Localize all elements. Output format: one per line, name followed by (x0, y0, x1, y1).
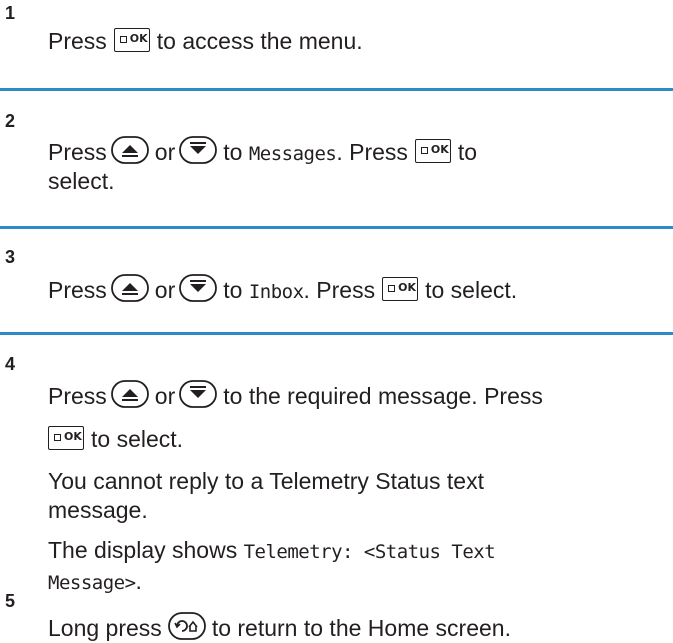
step-instruction: Press or to Inbox. Press OK to select. (48, 274, 517, 307)
menu-ok-key-icon: OK (113, 28, 150, 52)
step-instruction-cont: select. (48, 168, 115, 194)
instruction-text: Press (48, 277, 107, 303)
menu-target: Inbox (248, 281, 304, 303)
instruction-text: to select. (91, 426, 184, 452)
step-number: 1 (5, 3, 16, 23)
instruction-text: to return to the Home screen. (211, 615, 511, 641)
note-text: . (135, 568, 142, 594)
instruction-text: to access the menu. (156, 28, 363, 54)
menu-target: Messages (248, 143, 337, 165)
note-text: message. (48, 497, 148, 523)
note-display: The display shows Telemetry: <Status Tex… (48, 536, 648, 598)
back-home-key-icon (167, 612, 206, 640)
down-arrow-key-icon (179, 380, 218, 408)
step-number: 5 (5, 591, 16, 611)
instruction-text: . Press (303, 277, 376, 303)
up-arrow-key-icon (110, 380, 149, 408)
divider (0, 226, 673, 229)
instruction-text: to (457, 139, 478, 165)
step-instruction: Press or to the required message. Press (48, 380, 543, 411)
step-instruction: Long press to return to the Home screen. (48, 612, 511, 643)
instruction-text: Press (48, 383, 107, 409)
down-arrow-key-icon (179, 274, 218, 302)
step-instruction-cont: OK to select. (44, 424, 183, 454)
note-text: You cannot reply to a Telemetry Status t… (48, 468, 484, 494)
step-instruction: Press OK to access the menu. (48, 26, 363, 56)
step-number: 3 (5, 247, 16, 267)
instruction-text: or (154, 139, 176, 165)
instruction-text: to select. (425, 277, 518, 303)
divider (0, 88, 673, 91)
instruction-text: . Press (336, 139, 408, 165)
divider (0, 332, 673, 335)
down-arrow-key-icon (179, 136, 218, 164)
instruction-text: Press (48, 28, 107, 54)
instruction-text: Press (48, 139, 107, 165)
menu-ok-key-icon: OK (414, 139, 451, 163)
note-telemetry: You cannot reply to a Telemetry Status t… (48, 467, 648, 525)
up-arrow-key-icon (110, 274, 149, 302)
display-text: Message> (48, 572, 136, 594)
menu-ok-key-icon: OK (382, 277, 419, 301)
menu-ok-key-icon: OK (48, 426, 84, 450)
up-arrow-key-icon (110, 136, 149, 164)
instruction-text: or (154, 383, 176, 409)
instruction-text: or (154, 277, 176, 303)
step-number: 2 (5, 111, 16, 131)
instruction-text: Long press (48, 615, 162, 641)
instruction-text: to (223, 277, 243, 303)
step-number: 4 (5, 354, 16, 374)
instruction-text: to (223, 139, 243, 165)
instruction-text: to the required message. Press (223, 383, 543, 409)
step-instruction: Press or to Messages. Press OK to (48, 136, 477, 169)
note-text: The display shows (48, 537, 238, 563)
display-text: Telemetry: <Status Text (243, 541, 496, 563)
